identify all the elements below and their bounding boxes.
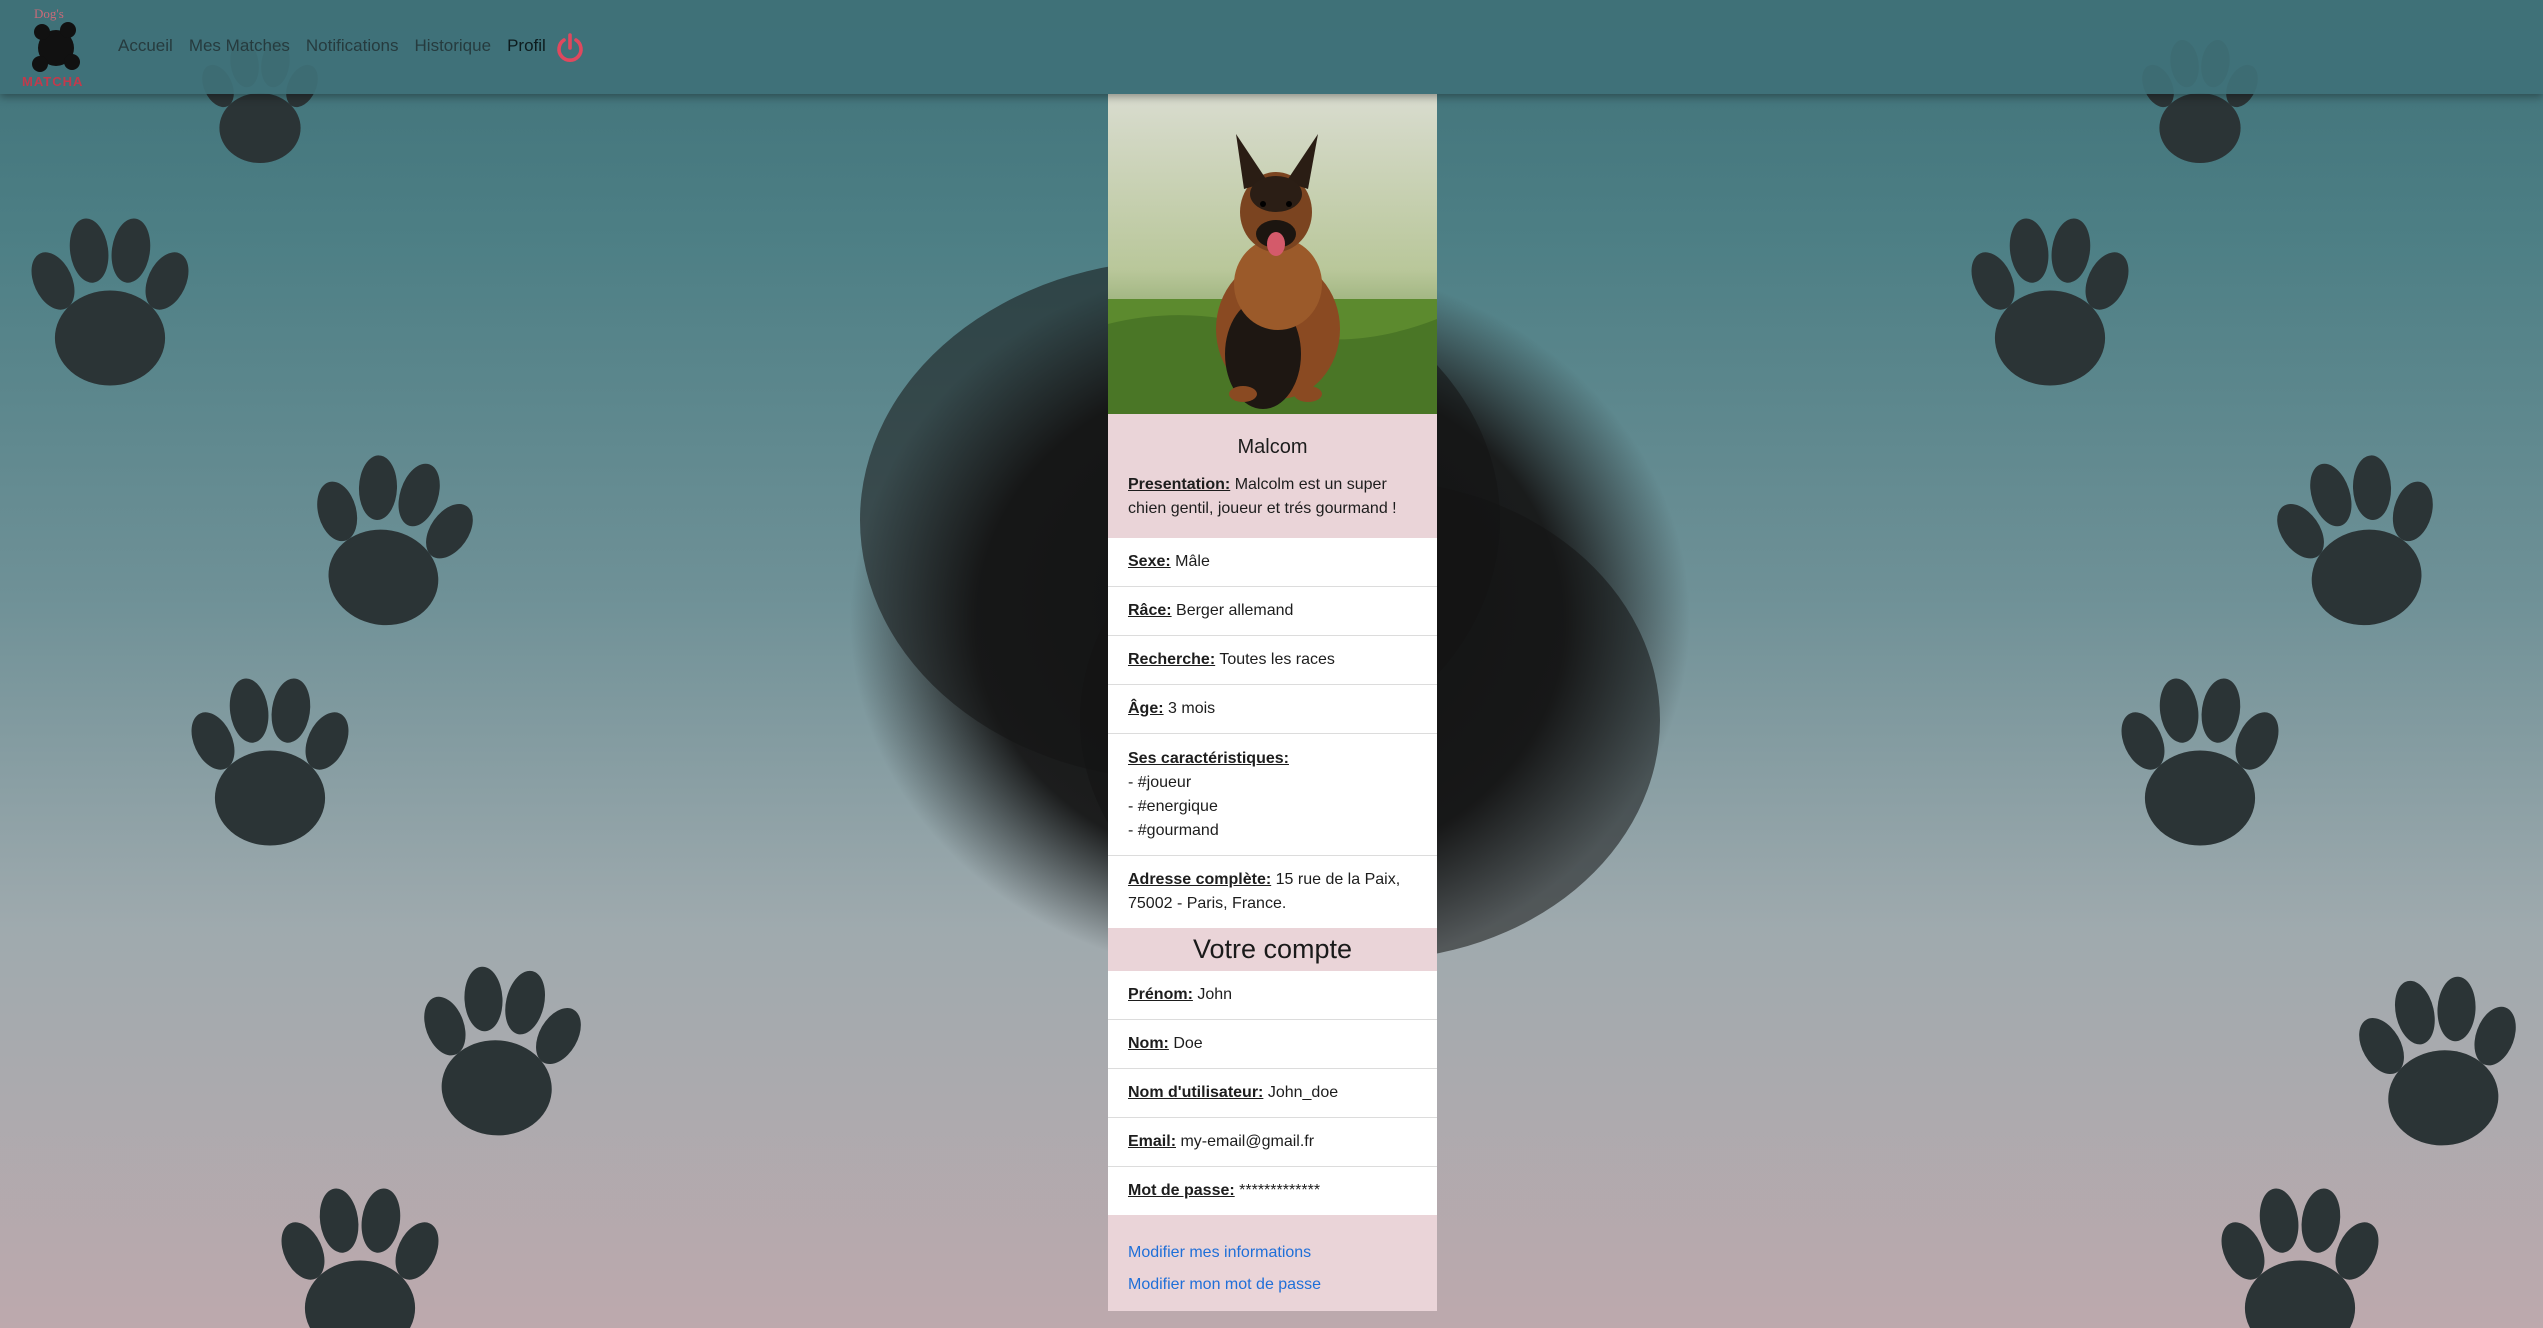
- trait-item: - #joueur: [1128, 773, 1192, 791]
- nav-accueil[interactable]: Accueil: [118, 36, 173, 56]
- recherche-row: Recherche: Toutes les races: [1108, 636, 1437, 685]
- age-value: 3 mois: [1168, 700, 1216, 717]
- race-label: Râce:: [1128, 602, 1172, 619]
- username-value: John_doe: [1267, 1084, 1339, 1101]
- password-value: *************: [1239, 1182, 1321, 1199]
- account-section-title: Votre compte: [1108, 928, 1437, 971]
- nom-label: Nom:: [1128, 1035, 1169, 1052]
- sexe-value: Mâle: [1175, 553, 1210, 570]
- power-icon[interactable]: [554, 32, 586, 64]
- top-navbar: Dog's MATCHA Accueil Mes Matches Notific…: [0, 0, 2543, 94]
- adresse-label: Adresse complète:: [1128, 871, 1272, 888]
- prenom-value: John: [1197, 986, 1233, 1003]
- sexe-row: Sexe: Mâle: [1108, 538, 1437, 587]
- dog-photo: [1108, 94, 1437, 414]
- traits-label: Ses caractéristiques:: [1128, 749, 1289, 767]
- recherche-label: Recherche:: [1128, 651, 1216, 668]
- brand-name: MATCHA: [22, 74, 84, 89]
- brand-logo[interactable]: Dog's MATCHA: [18, 6, 94, 89]
- traits-row: Ses caractéristiques: - #joueur - #energ…: [1108, 734, 1437, 856]
- age-row: Âge: 3 mois: [1108, 685, 1437, 734]
- prenom-label: Prénom:: [1128, 986, 1193, 1003]
- nav-notifications[interactable]: Notifications: [306, 36, 399, 56]
- email-label: Email:: [1128, 1133, 1177, 1150]
- trait-item: - #energique: [1128, 797, 1218, 815]
- presentation-row: Presentation: Malcolm est un super chien…: [1128, 473, 1417, 521]
- dog-summary: Malcom Presentation: Malcolm est un supe…: [1108, 414, 1437, 538]
- race-value: Berger allemand: [1176, 602, 1294, 619]
- main-nav: Accueil Mes Matches Notifications Histor…: [118, 36, 562, 56]
- nav-profil[interactable]: Profil: [507, 36, 546, 56]
- dog-name: Malcom: [1237, 436, 1308, 458]
- email-row: Email: my-email@gmail.fr: [1108, 1118, 1437, 1167]
- profile-card: Malcom Presentation: Malcolm est un supe…: [1108, 94, 1437, 1311]
- nav-mes-matches[interactable]: Mes Matches: [189, 36, 290, 56]
- trait-item: - #gourmand: [1128, 821, 1219, 839]
- account-actions: Modifier mes informations Modifier mon m…: [1108, 1215, 1437, 1311]
- presentation-label: Presentation:: [1128, 476, 1231, 493]
- nom-value: Doe: [1173, 1035, 1203, 1052]
- nav-historique[interactable]: Historique: [415, 36, 492, 56]
- edit-password-link[interactable]: Modifier mon mot de passe: [1128, 1269, 1417, 1301]
- adresse-row: Adresse complète: 15 rue de la Paix, 750…: [1108, 856, 1437, 928]
- username-row: Nom d'utilisateur: John_doe: [1108, 1069, 1437, 1118]
- dog-bone-logo-icon: [32, 22, 80, 72]
- nom-row: Nom: Doe: [1108, 1020, 1437, 1069]
- prenom-row: Prénom: John: [1108, 971, 1437, 1020]
- recherche-value: Toutes les races: [1219, 651, 1335, 668]
- age-label: Âge:: [1128, 700, 1164, 717]
- password-row: Mot de passe: *************: [1108, 1167, 1437, 1215]
- username-label: Nom d'utilisateur:: [1128, 1084, 1264, 1101]
- sexe-label: Sexe:: [1128, 553, 1171, 570]
- email-value: my-email@gmail.fr: [1180, 1133, 1315, 1150]
- race-row: Râce: Berger allemand: [1108, 587, 1437, 636]
- edit-info-link[interactable]: Modifier mes informations: [1128, 1237, 1417, 1269]
- password-label: Mot de passe:: [1128, 1182, 1235, 1199]
